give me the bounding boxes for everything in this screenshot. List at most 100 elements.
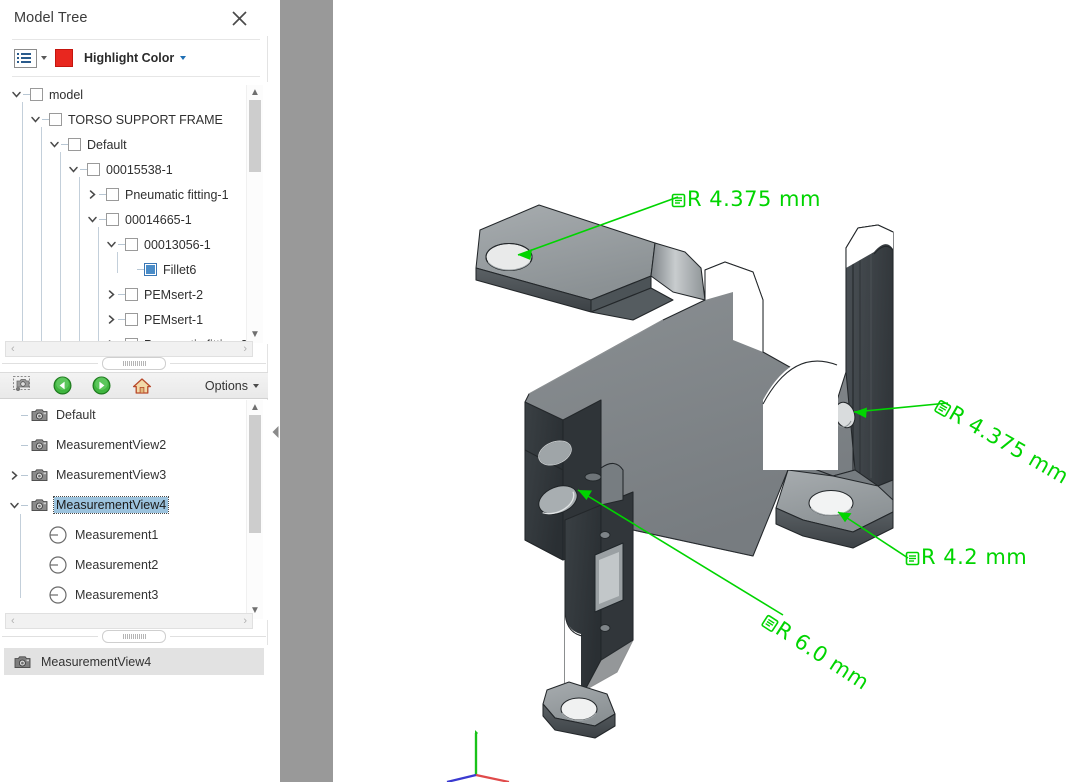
view-list[interactable]: Default MeasurementView2 MeasurementView3 M… [0,400,268,620]
tree-node-label: model [49,87,84,102]
panel-splitter-grip[interactable] [0,357,268,370]
next-view-icon[interactable] [86,373,116,398]
tree-node-label: TORSO SUPPORT FRAME [68,112,223,127]
camera-icon [30,407,49,423]
view-list-item-label: MeasurementView4 [52,496,170,514]
chevron-down-icon[interactable] [8,499,21,512]
view-list-item[interactable]: Measurement1 [0,520,246,550]
list-view-icon[interactable] [14,48,37,68]
tree-connector [21,504,28,506]
view-list-item[interactable]: MeasurementView3 [0,460,246,490]
hscroll-right-icon[interactable]: › [238,615,252,627]
active-view-row[interactable]: MeasurementView4 [4,648,264,675]
scrollbar-track[interactable] [249,415,261,604]
scrollbar-thumb[interactable] [249,100,261,172]
visibility-checkbox[interactable] [49,113,62,126]
view-options-button[interactable]: Options [205,379,259,393]
tree-node[interactable]: Fillet6 [0,257,246,282]
annotation-label[interactable]: R 4.2 mm [905,545,1027,571]
tree-node[interactable]: Pneumatic fitting-1 [0,182,246,207]
chevron-down-icon[interactable] [86,213,99,226]
tree-node[interactable]: 00014665-1 [0,207,246,232]
collapse-panel-icon[interactable] [270,424,280,440]
tree-connector [118,319,125,320]
tree-connector [21,444,28,446]
view-list-item-label: Measurement1 [75,528,159,542]
splitter-fill [280,0,333,782]
tree-node[interactable]: PEMsert-1 [0,307,246,332]
view-list-item[interactable]: MeasurementView4 [0,490,246,520]
tree-connector [99,194,106,195]
scrollbar-thumb[interactable] [249,415,261,533]
view-list-item[interactable]: MeasurementView2 [0,430,246,460]
chevron-down-icon[interactable] [48,138,61,151]
home-view-icon[interactable] [127,373,157,398]
view-list-item-label: MeasurementView2 [56,438,167,452]
hscroll-right-icon[interactable]: › [238,343,252,355]
view-list-item[interactable]: Measurement3 [0,580,246,610]
tree-node[interactable]: 00013056-1 [0,232,246,257]
3d-viewport[interactable]: R 4.375 mm R 4.375 mm R 4.2 mm R 6.0 mm [333,0,1090,782]
view-list-item-label: MeasurementView3 [56,468,167,482]
view-list-item[interactable]: Default [0,400,246,430]
tree-connector [118,244,125,245]
camera-icon [30,467,49,483]
highlight-color-chevron-down-icon[interactable] [180,56,187,60]
hscroll-left-icon[interactable]: ‹ [6,615,20,627]
tree-node[interactable]: Default [0,132,246,157]
model-tree-list[interactable]: model TORSO SUPPORT FRAME Default 00015538-… [0,82,268,344]
view-list-hscrollbar[interactable]: ‹ › [5,613,253,629]
visibility-checkbox[interactable] [68,138,81,151]
chevron-down-icon[interactable] [67,163,80,176]
tree-node[interactable]: 00015538-1 [0,157,246,182]
scroll-up-icon[interactable]: ▲ [250,85,260,101]
chevron-down-icon[interactable] [29,113,42,126]
panel-splitter-grip-2[interactable] [0,630,268,643]
model-tree-hscrollbar[interactable]: ‹ › [5,341,253,357]
visibility-checkbox[interactable] [125,313,138,326]
visibility-checkbox[interactable] [125,288,138,301]
visibility-checkbox[interactable] [125,238,138,251]
chevron-down-icon[interactable] [105,238,118,251]
view-list-item[interactable]: Measurement2 [0,550,246,580]
visibility-checkbox[interactable] [106,188,119,201]
highlight-color-label: Highlight Color [84,51,175,65]
visibility-checkbox[interactable] [87,163,100,176]
view-list-scrollbar[interactable]: ▲ ▼ [246,400,263,619]
view-options-label: Options [204,378,248,393]
tree-node[interactable]: PEMsert-2 [0,282,246,307]
list-view-chevron-down-icon[interactable] [41,56,47,60]
camera-icon [13,654,32,670]
add-view-capture-icon[interactable] [8,373,38,398]
tree-node-label: 00015538-1 [106,162,173,177]
view-options-chevron-down-icon[interactable] [253,383,259,388]
tree-node-label: 00014665-1 [125,212,192,227]
left-dock: Model Tree Highlight Color model TORSO S… [0,0,268,782]
viewport-splitter[interactable] [268,0,333,782]
visibility-checkbox[interactable] [144,263,157,276]
chevron-right-icon[interactable] [86,188,99,201]
chevron-right-icon[interactable] [8,469,21,482]
close-icon[interactable] [225,4,253,32]
previous-view-icon[interactable] [47,373,77,398]
annotation-label[interactable]: R 4.375 mm [671,187,821,213]
highlight-color-swatch[interactable] [55,49,73,67]
tree-node-label: Pneumatic fitting-1 [125,187,229,202]
tree-connector [21,414,28,416]
visibility-checkbox[interactable] [30,88,43,101]
chevron-right-icon[interactable] [105,313,118,326]
page-title: Model Tree [14,10,88,26]
scroll-up-icon[interactable]: ▲ [250,400,260,416]
coordinate-axis-triad [446,730,510,782]
model-tree-scrollbar[interactable]: ▲ ▼ [246,85,263,343]
scrollbar-track[interactable] [249,100,261,328]
hscroll-left-icon[interactable]: ‹ [6,343,20,355]
tree-node[interactable]: TORSO SUPPORT FRAME [0,107,246,132]
chevron-right-icon[interactable] [105,288,118,301]
visibility-checkbox[interactable] [106,213,119,226]
chevron-down-icon[interactable] [10,88,23,101]
tree-node[interactable]: model [0,82,246,107]
tree-connector [137,269,144,270]
